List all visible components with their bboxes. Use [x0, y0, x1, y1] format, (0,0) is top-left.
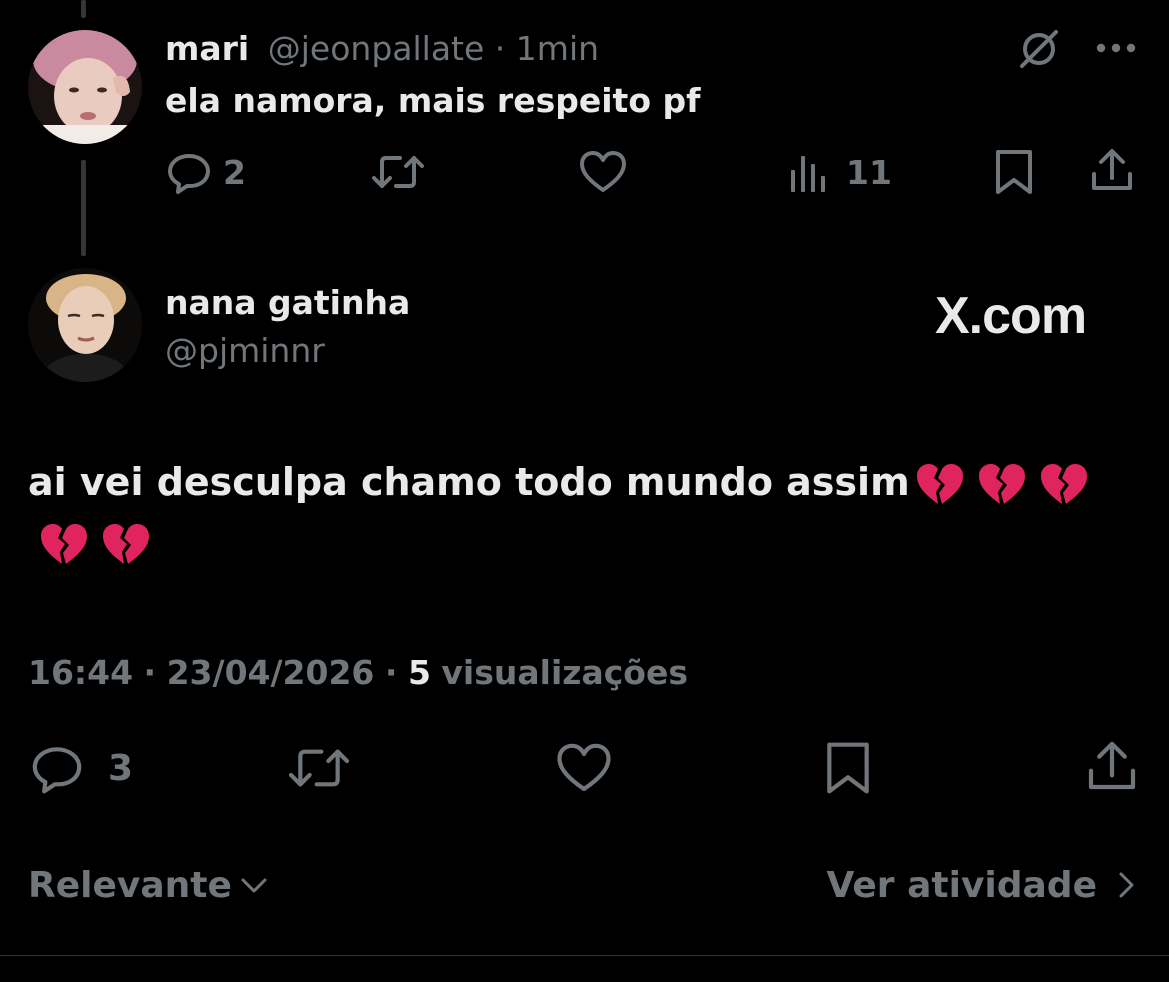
meta-separator: · [384, 653, 398, 692]
broken-heart-icon [1040, 463, 1087, 504]
views-icon [791, 156, 825, 192]
broken-heart-icon [978, 463, 1025, 504]
like-button[interactable] [578, 148, 628, 196]
bottom-divider [0, 955, 1169, 956]
author-name[interactable]: nana gatinha [165, 282, 410, 324]
tweet-time[interactable]: 16:44 [28, 653, 133, 692]
bookmark-button[interactable] [994, 148, 1034, 196]
retweet-icon [372, 156, 424, 188]
chevron-down-icon [241, 878, 267, 893]
tweet-header: mari @jeonpallate · 1min [165, 28, 599, 70]
reply-button[interactable]: 3 [28, 740, 133, 796]
author-name[interactable]: mari [165, 29, 249, 68]
tweet-text: ela namora, mais respeito pf [165, 81, 701, 120]
tweet-text-body: ai vei desculpa chamo todo mundo assim [28, 460, 910, 504]
tweet-date[interactable]: 23/04/2026 [167, 653, 375, 692]
reply-count: 2 [223, 152, 246, 192]
more-icon[interactable] [1094, 36, 1138, 60]
author-handle[interactable]: @jeonpallate [268, 29, 485, 68]
avatar[interactable] [28, 30, 142, 144]
sort-label: Relevante [28, 864, 232, 906]
chevron-right-icon [1119, 872, 1134, 898]
meta-separator: · [143, 653, 157, 692]
author-handle[interactable]: @pjminnr [165, 330, 325, 372]
share-button[interactable] [1088, 146, 1136, 194]
tweet-text: ai vei desculpa chamo todo mundo assim [28, 452, 1138, 572]
tweet-meta: 16:44 · 23/04/2026 · 5 visualizações [28, 652, 688, 694]
broken-heart-icon [916, 463, 963, 504]
avatar[interactable] [28, 268, 142, 382]
view-activity-link[interactable]: Ver atividade [827, 862, 1142, 908]
reply-icon [168, 154, 210, 194]
reply-count: 3 [108, 747, 134, 789]
reply-button[interactable]: 2 [165, 148, 246, 196]
activity-label: Ver atividade [826, 864, 1098, 906]
bookmark-icon [827, 742, 869, 794]
thread-line-top [81, 0, 86, 18]
share-button[interactable] [1084, 738, 1140, 794]
broken-heart-icon [41, 523, 87, 564]
header-separator: · [494, 29, 506, 68]
sort-dropdown[interactable]: Relevante [28, 862, 270, 908]
bookmark-icon [996, 150, 1032, 194]
retweet-button[interactable] [370, 148, 426, 196]
views-count[interactable]: 5 [408, 653, 431, 692]
thread-line-bottom [81, 160, 86, 256]
like-icon [557, 743, 611, 792]
views-button[interactable]: 11 [788, 148, 892, 196]
broken-heart-icon [103, 523, 149, 564]
like-button[interactable] [554, 740, 614, 796]
retweet-button[interactable] [286, 740, 352, 796]
share-icon [1088, 741, 1136, 790]
x-com-watermark: X.com [935, 287, 1087, 345]
share-icon [1092, 149, 1132, 190]
bookmark-button[interactable] [824, 740, 872, 796]
like-icon [580, 151, 626, 192]
mute-icon[interactable] [1016, 26, 1062, 72]
tweet-time[interactable]: 1min [516, 29, 599, 68]
views-count: 11 [846, 152, 892, 192]
views-label[interactable]: visualizações [441, 653, 688, 692]
retweet-icon [288, 749, 350, 787]
reply-icon [32, 747, 82, 794]
